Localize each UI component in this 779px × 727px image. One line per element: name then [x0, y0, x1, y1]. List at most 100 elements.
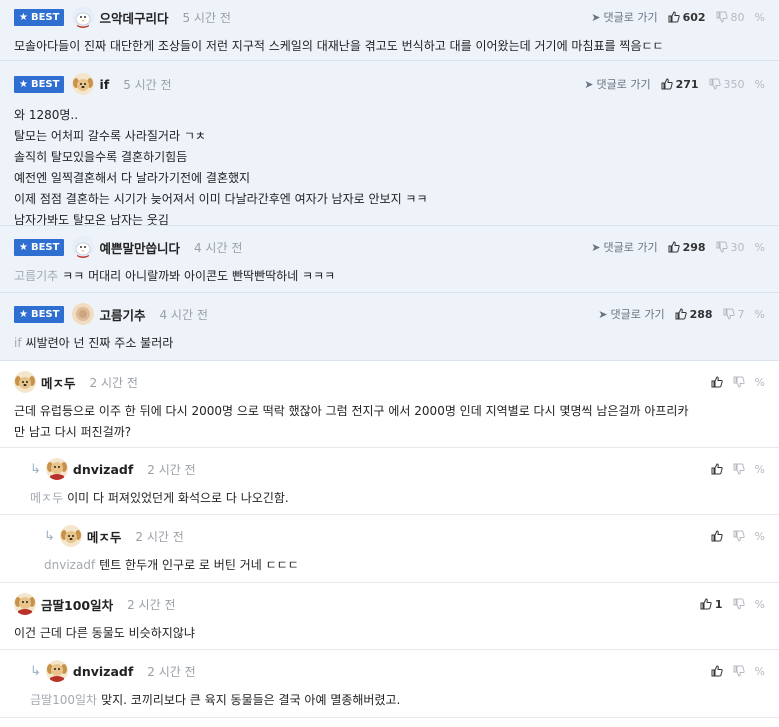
mention-link[interactable]: 금딸100일차: [30, 693, 97, 707]
dog-red-avatar[interactable]: [45, 660, 68, 682]
comment-item: ★ BEST 예쁜말만씁니다 4 시간 전 ➤ 댓글로 가기 298 30 % 고름…: [0, 226, 779, 293]
nickname[interactable]: 고름기추: [99, 305, 145, 324]
nickname[interactable]: 메ㅈ두: [41, 373, 76, 392]
dislike-button[interactable]: [733, 598, 745, 610]
nickname[interactable]: 예쁜말만씁니다: [99, 238, 180, 257]
dog-avatar[interactable]: [59, 525, 82, 547]
comment-body: 메ㅈ두 이미 다 퍼져있었던게 화석으로 다 나오긴함.: [30, 491, 289, 505]
thumbs-up-icon: [711, 463, 723, 475]
like-button[interactable]: 602: [668, 11, 706, 24]
star-icon: ★: [19, 241, 28, 253]
goto-reply-button[interactable]: ➤ 댓글로 가기: [591, 239, 657, 255]
thumbs-up-icon: [711, 665, 723, 677]
dislike-button[interactable]: [733, 665, 745, 677]
comment-item: ★ BEST if 5 시간 전 ➤ 댓글로 가기 271 350 % 와 1280…: [0, 61, 779, 227]
link-icon[interactable]: %: [755, 463, 765, 476]
thumbs-down-icon: [733, 376, 745, 388]
nickname[interactable]: dnvizadf: [73, 664, 133, 679]
arrow-icon: ➤: [598, 307, 608, 321]
thumbs-down-icon: [723, 308, 735, 320]
nickname[interactable]: 으악데구리다: [99, 8, 168, 27]
dislike-button[interactable]: 350: [709, 78, 745, 91]
dislike-button[interactable]: [733, 463, 745, 475]
mention-link[interactable]: dnvizadf: [44, 558, 95, 572]
dislike-button[interactable]: 7: [723, 308, 745, 321]
goto-reply-button[interactable]: ➤ 댓글로 가기: [584, 76, 650, 92]
timestamp: 4 시간 전: [193, 240, 243, 255]
comment-body: 근데 유럽등으로 이주 한 뒤에 다시 2000명 으로 떡락 했잖아 그럼 전…: [14, 404, 689, 439]
like-button[interactable]: 271: [661, 78, 699, 91]
thumbs-up-icon: [700, 598, 712, 610]
comment-item: 메ㅈ두 2 시간 전 % 근데 유럽등으로 이주 한 뒤에 다시 2000명 으…: [0, 361, 779, 448]
link-icon[interactable]: %: [755, 241, 765, 254]
bird-avatar[interactable]: [72, 236, 95, 258]
goto-reply-button[interactable]: ➤ 댓글로 가기: [591, 9, 657, 25]
thumbs-down-icon: [733, 463, 745, 475]
reply-item: ↳ dnvizadf 2 시간 전 % 메ㅈ두 이미 다 퍼져있었던게 화석으로 …: [0, 448, 779, 515]
reply-item: ↳ dnvizadf 2 시간 전 % 금딸100일차 맞지. 코끼리보다 큰 육…: [0, 650, 779, 718]
star-icon: ★: [19, 78, 28, 90]
dislike-button[interactable]: 80: [716, 11, 745, 24]
like-button[interactable]: 298: [668, 241, 706, 254]
dislike-button[interactable]: 30: [716, 241, 745, 254]
star-icon: ★: [19, 11, 28, 23]
comment-item: 금딸100일차 2 시간 전 1 % 이건 근데 다른 동물도 비슷하지않냐: [0, 583, 779, 650]
blur-avatar[interactable]: [72, 303, 95, 325]
thumbs-up-icon: [668, 11, 680, 23]
like-button[interactable]: [711, 376, 723, 388]
mention-link[interactable]: 고름기추: [14, 269, 58, 283]
dog-red-avatar[interactable]: [14, 593, 36, 615]
timestamp: 2 시간 전: [127, 597, 176, 612]
comment-body: 이건 근데 다른 동물도 비슷하지않냐: [14, 626, 195, 640]
dog-avatar[interactable]: [14, 371, 36, 393]
reply-arrow-icon: ↳: [44, 528, 55, 544]
link-icon[interactable]: %: [755, 530, 765, 543]
bird-avatar[interactable]: [72, 6, 95, 28]
timestamp: 5 시간 전: [123, 77, 172, 92]
goto-reply-button[interactable]: ➤ 댓글로 가기: [598, 306, 664, 322]
comment-body: 고름기추 ㅋㅋ 머대리 아니랄까봐 아이콘도 빤딱빤딱하네 ㅋㅋㅋ: [14, 269, 336, 283]
link-icon[interactable]: %: [755, 78, 765, 91]
thumbs-down-icon: [733, 598, 745, 610]
timestamp: 5 시간 전: [182, 10, 231, 25]
link-icon[interactable]: %: [755, 598, 765, 611]
thumbs-down-icon: [709, 78, 721, 90]
comment-list: ★ BEST 으악데구리다 5 시간 전 ➤ 댓글로 가기 602 80 % 모솔아…: [0, 0, 779, 718]
link-icon[interactable]: %: [755, 665, 765, 678]
comment-item: ★ BEST 으악데구리다 5 시간 전 ➤ 댓글로 가기 602 80 % 모솔아…: [0, 0, 779, 61]
like-button[interactable]: [711, 665, 723, 677]
like-button[interactable]: [711, 463, 723, 475]
like-button[interactable]: 1: [700, 598, 723, 611]
thumbs-up-icon: [711, 530, 723, 542]
mention-link[interactable]: if: [14, 336, 22, 350]
dislike-button[interactable]: [733, 530, 745, 542]
comment-body: 금딸100일차 맞지. 코끼리보다 큰 육지 동물들은 결국 아예 멸종해버렸고.: [30, 693, 401, 707]
like-button[interactable]: 288: [675, 308, 713, 321]
nickname[interactable]: dnvizadf: [73, 462, 133, 477]
mention-link[interactable]: 메ㅈ두: [30, 491, 63, 505]
dislike-button[interactable]: [733, 376, 745, 388]
dog-red-avatar[interactable]: [45, 458, 68, 480]
best-badge: ★ BEST: [14, 238, 65, 256]
star-icon: ★: [19, 308, 28, 320]
dog-avatar[interactable]: [72, 73, 95, 95]
link-icon[interactable]: %: [755, 308, 765, 321]
thumbs-up-icon: [711, 376, 723, 388]
link-icon[interactable]: %: [755, 11, 765, 24]
nickname[interactable]: 금딸100일차: [41, 595, 113, 614]
comment-body: if 씨발련아 넌 진짜 주소 불러라: [14, 336, 174, 350]
thumbs-down-icon: [716, 11, 728, 23]
timestamp: 2 시간 전: [89, 375, 138, 390]
link-icon[interactable]: %: [755, 376, 765, 389]
reply-arrow-icon: ↳: [30, 663, 41, 679]
reply-item: ↳ 메ㅈ두 2 시간 전 % dnvizadf 텐트 한두개 인구로 로 버틴 거…: [0, 515, 779, 583]
timestamp: 2 시간 전: [135, 529, 184, 544]
like-button[interactable]: [711, 530, 723, 542]
thumbs-up-icon: [668, 241, 680, 253]
thumbs-up-icon: [675, 308, 687, 320]
nickname[interactable]: if: [99, 77, 109, 92]
timestamp: 2 시간 전: [147, 462, 196, 477]
comment-body: 모솔아다들이 진짜 대단한게 조상들이 저런 지구적 스케일의 대재난을 겪고도…: [14, 39, 664, 53]
comment-item: ★ BEST 고름기추 4 시간 전 ➤ 댓글로 가기 288 7 % if 씨발련아…: [0, 293, 779, 361]
nickname[interactable]: 메ㅈ두: [87, 527, 122, 546]
